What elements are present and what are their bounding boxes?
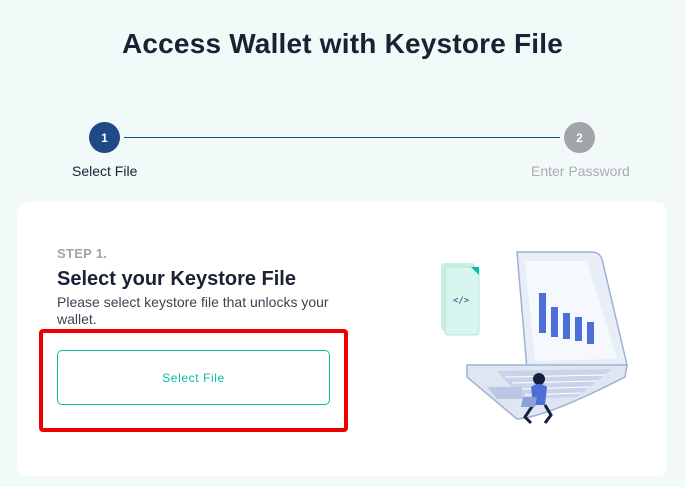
page-title: Access Wallet with Keystore File (121, 28, 564, 59)
step-2-indicator: 2 (564, 122, 595, 153)
laptop-illustration: </> (441, 251, 628, 425)
step-1-label: Select File (72, 163, 138, 179)
svg-text:</>: </> (453, 296, 470, 306)
select-file-button[interactable]: Select File (57, 350, 330, 405)
step-number-label: STEP 1. (57, 246, 108, 261)
step-1-indicator: 1 (89, 122, 120, 153)
step-2-label: Enter Password (531, 163, 630, 179)
keystore-card: STEP 1. Select your Keystore File Please… (17, 202, 667, 476)
stepper: 1 2 Select File Enter Password (0, 122, 685, 184)
code-file-icon: </> (441, 263, 480, 336)
card-heading: Select your Keystore File (57, 268, 296, 290)
page: Access Wallet with Keystore File 1 2 Sel… (0, 0, 685, 487)
laptop-screen (516, 251, 628, 370)
stepper-connector (124, 137, 560, 138)
card-description: Please select keystore file that unlocks… (57, 294, 329, 327)
